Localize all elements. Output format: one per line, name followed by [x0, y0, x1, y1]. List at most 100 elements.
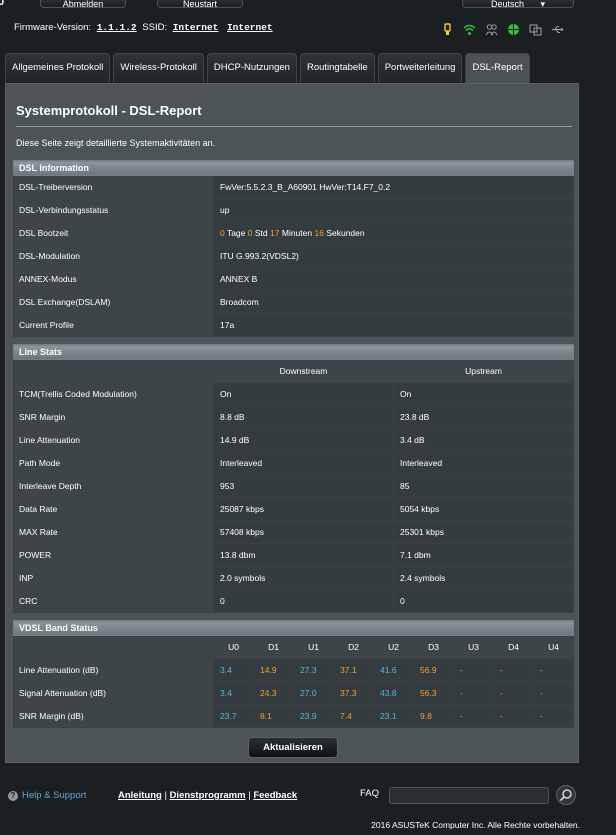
clients-icon[interactable]: [485, 23, 498, 36]
guest-network-icon[interactable]: [441, 22, 454, 36]
downstream-value: 2.0 symbols: [213, 566, 394, 590]
band-value: 23.7: [213, 704, 254, 728]
tab-general-log[interactable]: Allgemeines Protokoll: [5, 53, 111, 83]
row-label: POWER: [13, 543, 214, 567]
table-row: Current Profile 17a: [13, 313, 574, 337]
downstream-value: 25087 kbps: [213, 497, 394, 521]
line-stats-heading: Line Stats: [12, 344, 575, 360]
band-value: -: [532, 704, 575, 728]
band-header-d2: D2: [333, 635, 374, 659]
band-value: 23.1: [373, 704, 414, 728]
downstream-header: Downstream: [213, 359, 394, 383]
table-row: DSL-Modulation ITU G.993.2(VDSL2): [13, 244, 574, 268]
help-support-link[interactable]: ? Help & Support: [8, 790, 86, 801]
menu-edge-icon: 0: [0, 0, 5, 8]
table-row: MAX Rate 57408 kbps 25301 kbps: [13, 520, 575, 544]
band-value: 3.4: [213, 658, 254, 682]
refresh-button[interactable]: Aktualisieren: [248, 737, 338, 758]
modulation-value: ITU G.993.2(VDSL2): [213, 244, 574, 268]
table-row: DSL Exchange(DSLAM) Broadcom: [13, 290, 574, 314]
current-profile-value: 17a: [213, 313, 574, 337]
tab-dhcp-leases[interactable]: DHCP-Nutzungen: [206, 53, 297, 83]
faq-label: FAQ: [360, 788, 380, 799]
band-value: 14.9: [253, 658, 294, 682]
row-label: Path Mode: [13, 451, 214, 475]
band-value: 9.8: [413, 704, 454, 728]
downstream-value: 953: [213, 474, 394, 498]
main-panel: Systemprotokoll - DSL-Report Diese Seite…: [5, 83, 579, 763]
table-row: Line Attenuation (dB) 3.4 14.9 27.3 37.1…: [13, 658, 575, 682]
feedback-link[interactable]: Feedback: [253, 790, 297, 801]
language-select[interactable]: Deutsch ▾: [462, 0, 574, 9]
header-blank: [13, 635, 214, 659]
row-label: Data Rate: [13, 497, 214, 521]
band-header-u4: U4: [532, 635, 575, 659]
ssid-link-1[interactable]: Internet: [173, 22, 219, 33]
row-label: Line Attenuation: [13, 428, 214, 452]
row-label: Current Profile: [13, 313, 214, 337]
app-icon[interactable]: [529, 23, 542, 36]
band-value: 24.3: [253, 681, 294, 705]
band-value: 41.6: [373, 658, 414, 682]
downstream-value: 0: [213, 589, 394, 613]
upstream-header: Upstream: [392, 359, 575, 383]
usb-icon[interactable]: [551, 23, 564, 36]
table-row: INP 2.0 symbols 2.4 symbols: [13, 566, 575, 590]
band-value: 27.0: [293, 681, 334, 705]
wifi-icon[interactable]: [463, 23, 476, 36]
band-value: -: [453, 704, 494, 728]
band-value: 56.3: [413, 681, 454, 705]
reboot-button[interactable]: Neustart: [157, 0, 243, 9]
row-label: DSL-Treiberversion: [13, 175, 214, 199]
band-value: 37.3: [333, 681, 374, 705]
logout-button[interactable]: Abmelden: [40, 0, 126, 9]
faq-search-button[interactable]: [556, 785, 576, 805]
table-row: TCM(Trellis Coded Modulation) On On: [13, 382, 575, 406]
band-value: 37.1: [333, 658, 374, 682]
band-value: 27.3: [293, 658, 334, 682]
uptime-minutes: 17: [270, 228, 280, 238]
row-label: Line Attenuation (dB): [13, 658, 214, 682]
table-row: SNR Margin (dB) 23.7 8.1 23.9 7.4 23.1 9…: [13, 704, 575, 728]
firmware-label: Firmware-Version:: [14, 22, 92, 33]
uptime-seconds-unit: Sekunden: [326, 228, 365, 238]
firmware-line: Firmware-Version: 1.1.1.2 SSID: Internet…: [14, 22, 276, 33]
downstream-value: On: [213, 382, 394, 406]
search-icon: [559, 789, 572, 802]
faq-search-input[interactable]: [389, 787, 549, 804]
firmware-version-link[interactable]: 1.1.1.2: [97, 22, 137, 33]
utility-link[interactable]: Dienstprogramm: [170, 790, 246, 801]
title-divider: [16, 126, 572, 127]
band-value: 3.4: [213, 681, 254, 705]
copyright-text: 2016 ASUSTeK Computer Inc. Alle Rechte v…: [371, 820, 580, 830]
row-label: DSL-Modulation: [13, 244, 214, 268]
row-label: SNR Margin: [13, 405, 214, 429]
band-header-u3: U3: [453, 635, 494, 659]
table-row: Line Attenuation 14.9 dB 3.4 dB: [13, 428, 575, 452]
band-value: 43.8: [373, 681, 414, 705]
downstream-value: 14.9 dB: [213, 428, 394, 452]
upstream-value: 3.4 dB: [392, 428, 575, 452]
tab-wireless-log[interactable]: Wireless-Protokoll: [113, 53, 204, 83]
upstream-value: Interleaved: [392, 451, 575, 475]
tab-dsl-report[interactable]: DSL-Report: [465, 53, 530, 83]
tab-port-forwarding[interactable]: Portweiterleitung: [377, 53, 463, 83]
band-header-u0: U0: [213, 635, 254, 659]
band-value: 23.9: [293, 704, 334, 728]
tab-routing-table[interactable]: Routingtabelle: [299, 53, 375, 83]
ssid-link-2[interactable]: Internet: [227, 22, 273, 33]
band-header-d3: D3: [413, 635, 454, 659]
internet-globe-icon[interactable]: [507, 23, 520, 36]
top-button-strip: 0 Abmelden Neustart Deutsch ▾: [0, 0, 616, 12]
uptime-hours: 0: [247, 228, 253, 238]
row-label: SNR Margin (dB): [13, 704, 214, 728]
band-value: -: [493, 658, 534, 682]
uptime-hours-unit: Std: [254, 228, 268, 238]
band-value: -: [532, 658, 575, 682]
downstream-value: 13.8 dbm: [213, 543, 394, 567]
manual-link[interactable]: Anleitung: [118, 790, 162, 801]
header-blank: [13, 359, 214, 383]
router-page: { "top": { "logout_label": "Abmelden", "…: [0, 0, 616, 835]
row-label: ANNEX-Modus: [13, 267, 214, 291]
row-label: TCM(Trellis Coded Modulation): [13, 382, 214, 406]
